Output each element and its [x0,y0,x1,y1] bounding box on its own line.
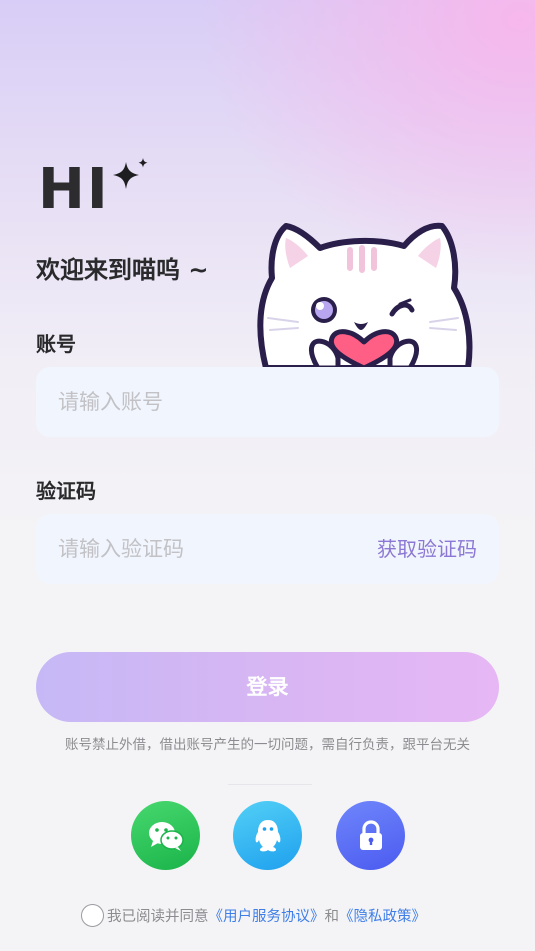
agreement-and: 和 [324,908,340,925]
welcome-title: 欢迎来到喵呜 ~ [36,256,209,284]
sparkle-icon [113,158,148,189]
terms-link[interactable]: 《用户服务协议》 [209,905,325,926]
hi-text: HI [38,157,110,222]
account-field [36,367,499,437]
qq-icon [255,819,280,851]
login-button[interactable]: 登录 [36,652,499,722]
qq-login-button[interactable] [233,801,302,870]
password-login-button[interactable] [336,801,405,870]
wechat-icon [148,821,184,851]
agreement-row: 我已阅读并同意 《用户服务协议》 和 《隐私政策》 [81,903,426,927]
code-input[interactable] [58,514,358,584]
account-label: 账号 [36,332,76,356]
cat-mascot-illustration [246,218,482,368]
agreement-prefix: 我已阅读并同意 [107,908,209,925]
account-input[interactable] [58,367,358,437]
get-code-button[interactable]: 获取验证码 [377,514,477,584]
wechat-login-button[interactable] [131,801,200,870]
divider [228,784,312,785]
privacy-link[interactable]: 《隐私政策》 [339,905,426,926]
lock-icon [359,819,382,850]
code-field: 获取验证码 [36,514,499,584]
disclaimer-text: 账号禁止外借，借出账号产生的一切问题，需自行负责，跟平台无关 [65,737,470,753]
hi-logo: HI [38,158,158,218]
agreement-checkbox[interactable] [81,903,104,927]
code-label: 验证码 [36,479,96,503]
